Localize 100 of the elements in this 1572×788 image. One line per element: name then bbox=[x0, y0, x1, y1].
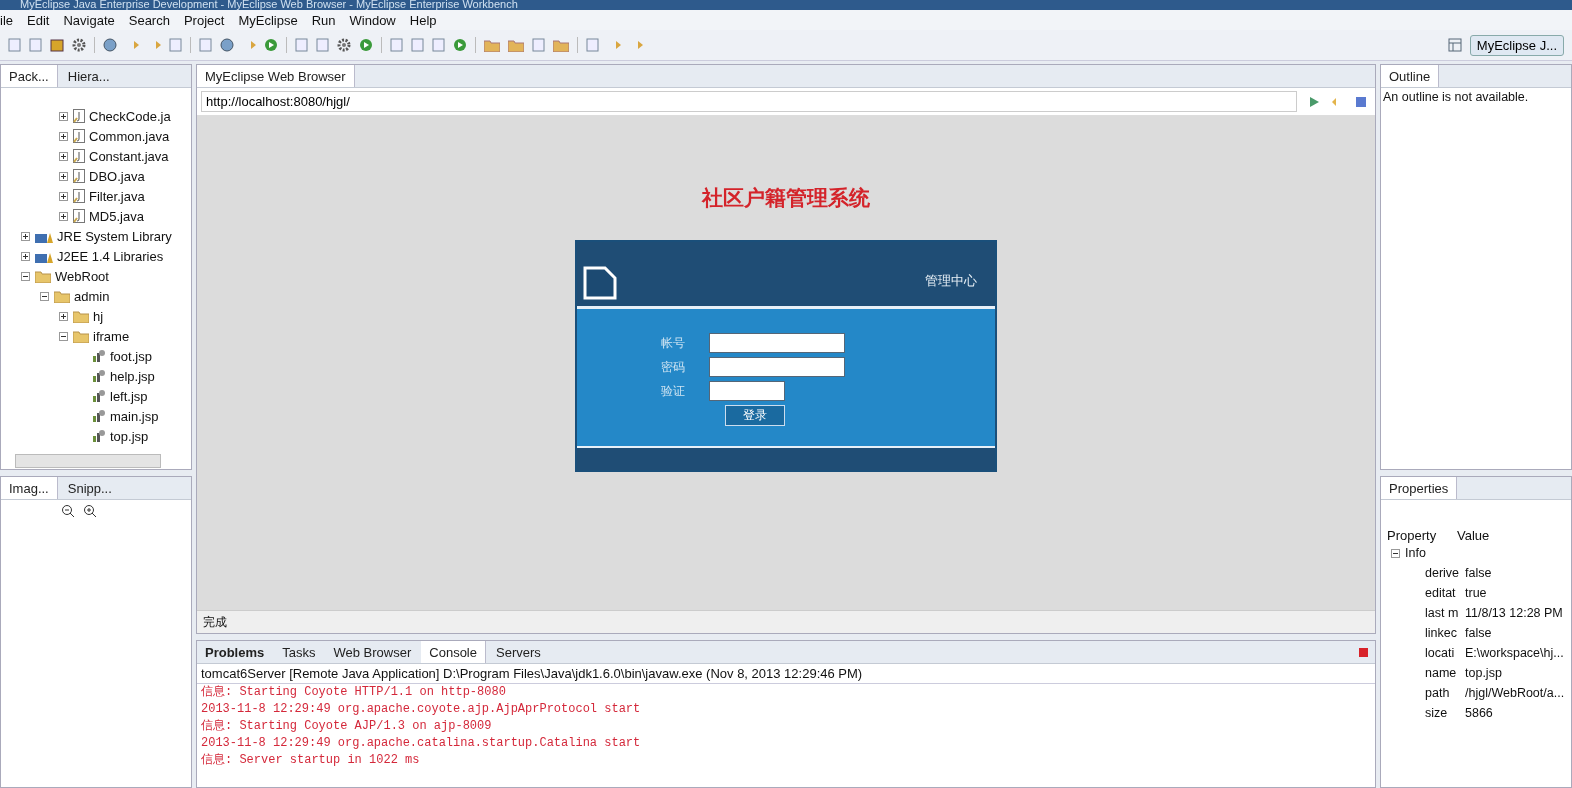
tree-expander[interactable] bbox=[59, 151, 69, 161]
document-icon[interactable] bbox=[432, 38, 445, 52]
tree-item[interactable]: foot.jsp bbox=[110, 348, 152, 364]
document-icon[interactable] bbox=[169, 38, 182, 52]
tree-item[interactable]: CheckCode.ja bbox=[89, 108, 171, 124]
input-field[interactable] bbox=[709, 357, 845, 377]
view-tab[interactable]: Tasks bbox=[274, 641, 324, 663]
tree-expander[interactable] bbox=[59, 191, 69, 201]
column-header[interactable]: Value bbox=[1457, 528, 1527, 543]
horizontal-scrollbar[interactable] bbox=[15, 454, 161, 468]
view-tab[interactable]: Outline bbox=[1381, 65, 1440, 87]
window-icon[interactable] bbox=[1447, 38, 1462, 52]
property-value: true bbox=[1465, 586, 1487, 600]
globe-icon[interactable] bbox=[103, 38, 117, 52]
menu-item[interactable]: Run bbox=[311, 12, 336, 28]
go-icon[interactable] bbox=[1307, 94, 1321, 109]
tree-expander[interactable] bbox=[59, 311, 69, 321]
tree-expander[interactable] bbox=[59, 331, 69, 341]
menu-item[interactable]: Search bbox=[128, 12, 170, 28]
globe-icon[interactable] bbox=[220, 38, 234, 52]
document-icon[interactable] bbox=[8, 38, 21, 52]
view-tab[interactable]: Problems bbox=[197, 641, 273, 663]
tree-expander[interactable] bbox=[40, 291, 50, 301]
property-value: E:\workspace\hj... bbox=[1465, 646, 1564, 660]
java-file-icon bbox=[73, 189, 85, 203]
folder-icon[interactable] bbox=[553, 38, 569, 52]
play-icon[interactable] bbox=[453, 38, 467, 52]
document-icon[interactable] bbox=[532, 38, 545, 52]
tree-item[interactable]: DBO.java bbox=[89, 168, 145, 184]
address-field[interactable]: http://localhost:8080/hjgl/ bbox=[201, 91, 1297, 112]
editor-tab[interactable]: MyEclipse Web Browser bbox=[197, 65, 355, 87]
tree-item[interactable]: Constant.java bbox=[89, 148, 169, 164]
view-tab[interactable]: Console bbox=[421, 641, 486, 663]
tree-item[interactable]: MD5.java bbox=[89, 208, 144, 224]
property-name: name bbox=[1425, 666, 1458, 680]
menu-item[interactable]: Navigate bbox=[63, 12, 115, 28]
document-icon[interactable] bbox=[29, 38, 42, 52]
stop-icon[interactable] bbox=[1355, 95, 1367, 108]
perspective-button[interactable]: MyEclipse J... bbox=[1469, 34, 1564, 56]
view-tab[interactable]: Servers bbox=[488, 641, 549, 663]
tree-expander[interactable] bbox=[59, 111, 69, 121]
view-tab[interactable]: Hiera... bbox=[59, 65, 118, 87]
gear-icon[interactable] bbox=[337, 38, 351, 52]
input-field[interactable] bbox=[709, 333, 845, 353]
menu-item[interactable]: Help bbox=[409, 12, 437, 28]
play-icon[interactable] bbox=[359, 38, 373, 52]
tree-expander[interactable] bbox=[59, 211, 69, 221]
tree-item[interactable]: left.jsp bbox=[110, 388, 148, 404]
document-icon[interactable] bbox=[316, 38, 329, 52]
document-icon[interactable] bbox=[411, 38, 424, 52]
console-line: 2013-11-8 12:29:49 org.apache.coyote.ajp.AjpAprProtocol start bbox=[200, 701, 642, 718]
tree-expander[interactable] bbox=[21, 251, 31, 261]
tree-expander[interactable] bbox=[59, 171, 69, 181]
folder-icon[interactable] bbox=[508, 38, 524, 52]
gear-icon[interactable] bbox=[72, 38, 86, 52]
console-line: 信息: Starting Coyote HTTP/1.1 on http-8080 bbox=[200, 684, 507, 701]
java-file-icon bbox=[73, 169, 85, 183]
magnifier-plus-icon[interactable] bbox=[83, 504, 97, 518]
tree-item[interactable]: help.jsp bbox=[110, 368, 155, 384]
play-icon[interactable] bbox=[264, 38, 278, 52]
menu-item[interactable]: Edit bbox=[27, 12, 50, 28]
tree-expander[interactable] bbox=[21, 271, 31, 281]
menu-item[interactable]: Window bbox=[349, 12, 396, 28]
box-icon[interactable] bbox=[50, 38, 64, 52]
view-tab[interactable]: Web Browser bbox=[325, 641, 420, 663]
document-icon[interactable] bbox=[295, 38, 308, 52]
view-tab[interactable]: Properties bbox=[1381, 477, 1458, 499]
tree-item[interactable]: main.jsp bbox=[110, 408, 159, 424]
folder-icon bbox=[54, 289, 70, 303]
tree-item[interactable]: iframe bbox=[93, 328, 130, 344]
tree-item[interactable]: Common.java bbox=[89, 128, 170, 144]
view-tab[interactable]: Snipp... bbox=[59, 477, 120, 499]
tree-item[interactable]: hj bbox=[93, 308, 104, 324]
folder-icon[interactable] bbox=[484, 38, 500, 52]
tree-item[interactable]: admin bbox=[74, 288, 110, 304]
menu-item[interactable]: MyEclipse bbox=[238, 12, 298, 28]
tree-item[interactable]: JRE System Library bbox=[57, 228, 172, 244]
field-label: 验证 bbox=[661, 382, 686, 400]
tree-expander[interactable] bbox=[59, 131, 69, 141]
stop-icon[interactable] bbox=[1358, 646, 1369, 658]
document-icon[interactable] bbox=[586, 38, 599, 52]
magnifier-minus-icon[interactable] bbox=[61, 504, 75, 518]
view-tab[interactable]: Pack... bbox=[1, 65, 58, 87]
tree-expander[interactable] bbox=[21, 231, 31, 241]
input-field[interactable] bbox=[709, 381, 785, 401]
page-title: 社区户籍管理系统 bbox=[702, 184, 870, 212]
tree-item[interactable]: Filter.java bbox=[89, 188, 145, 204]
menu-item[interactable]: Project bbox=[183, 12, 225, 28]
property-name: locati bbox=[1425, 646, 1456, 660]
menu-item[interactable]: ile bbox=[0, 12, 13, 28]
login-button[interactable]: 登录 bbox=[725, 405, 785, 426]
column-header[interactable]: Property bbox=[1387, 528, 1457, 543]
tree-expander[interactable] bbox=[1391, 548, 1401, 558]
document-icon[interactable] bbox=[390, 38, 403, 52]
tree-item[interactable]: J2EE 1.4 Libraries bbox=[57, 248, 164, 264]
property-name: last m bbox=[1425, 606, 1460, 620]
view-tab[interactable]: Imag... bbox=[1, 477, 58, 499]
document-icon[interactable] bbox=[199, 38, 212, 52]
tree-item[interactable]: top.jsp bbox=[110, 428, 149, 444]
tree-item[interactable]: WebRoot bbox=[55, 268, 109, 284]
